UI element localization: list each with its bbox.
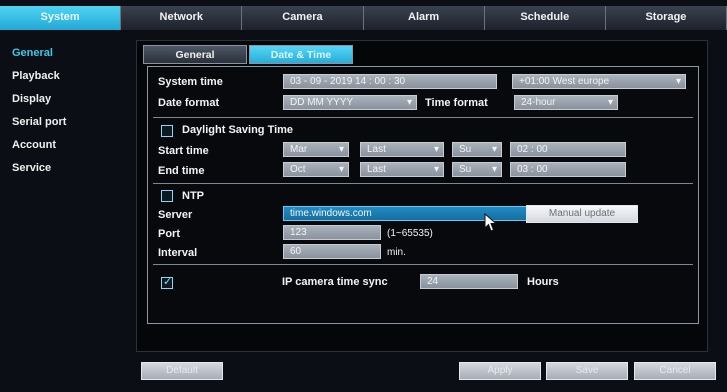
end-week-select[interactable]: Last (360, 162, 444, 177)
ipc-sync-unit: Hours (527, 276, 559, 288)
subtab-general[interactable]: General (143, 45, 247, 64)
ntp-checkbox[interactable] (161, 190, 173, 202)
end-time-field[interactable]: 03 : 00 (510, 162, 626, 177)
port-field[interactable]: 123 (283, 225, 381, 240)
ipc-sync-label: IP camera time sync (282, 276, 388, 288)
left-navigation: General Playback Display Serial port Acc… (0, 42, 120, 180)
tab-network[interactable]: Network (121, 6, 243, 30)
tab-alarm[interactable]: Alarm (363, 6, 485, 30)
start-day-select[interactable]: Su (452, 142, 502, 157)
divider (153, 117, 693, 118)
start-time-field[interactable]: 02 : 00 (510, 142, 626, 157)
port-range-hint: (1~65535) (387, 228, 433, 239)
cancel-button[interactable]: Cancel (634, 362, 716, 380)
dvr-settings-screen: System Network Camera Alarm Schedule Sto… (0, 0, 727, 392)
divider (153, 183, 693, 184)
nav-general[interactable]: General (0, 42, 120, 65)
system-time-label: System time (158, 76, 223, 88)
interval-label: Interval (158, 247, 198, 259)
subtab-date-time[interactable]: Date & Time (249, 45, 353, 64)
default-button[interactable]: Default (141, 362, 223, 380)
start-month-select[interactable]: Mar (283, 142, 349, 157)
save-button[interactable]: Save (546, 362, 628, 380)
end-day-select[interactable]: Su (452, 162, 502, 177)
timezone-select[interactable]: +01:00 West europe (512, 74, 686, 89)
nav-serial-port[interactable]: Serial port (0, 111, 120, 134)
nav-display[interactable]: Display (0, 88, 120, 111)
apply-button[interactable]: Apply (459, 362, 541, 380)
dst-label: Daylight Saving Time (182, 124, 294, 136)
interval-field[interactable]: 60 (283, 244, 381, 259)
server-label: Server (158, 209, 193, 221)
date-format-select[interactable]: DD MM YYYY (283, 95, 417, 110)
ipc-sync-checkbox[interactable] (161, 275, 173, 289)
ipc-sync-hours-field[interactable]: 24 (420, 274, 518, 289)
dst-checkbox[interactable] (161, 125, 173, 137)
ntp-label: NTP (182, 190, 204, 202)
tab-camera[interactable]: Camera (242, 6, 364, 30)
end-month-select[interactable]: Oct (283, 162, 349, 177)
tab-schedule[interactable]: Schedule (484, 6, 606, 30)
system-time-field[interactable]: 03 - 09 - 2019 14 : 00 : 30 (283, 74, 497, 89)
start-week-select[interactable]: Last (360, 142, 444, 157)
tab-system[interactable]: System (0, 6, 122, 30)
nav-playback[interactable]: Playback (0, 65, 120, 88)
tab-storage[interactable]: Storage (605, 6, 727, 30)
start-time-label: Start time (158, 145, 209, 157)
end-time-label: End time (158, 165, 205, 177)
interval-unit: min. (387, 247, 406, 258)
time-format-label: Time format (425, 97, 488, 109)
port-label: Port (158, 228, 180, 240)
time-format-select[interactable]: 24-hour (514, 95, 618, 110)
date-format-label: Date format (158, 97, 220, 109)
manual-update-label: Manual update (548, 208, 616, 219)
nav-service[interactable]: Service (0, 157, 120, 180)
sub-tab-bar: General Date & Time (143, 45, 355, 64)
top-tab-bar: System Network Camera Alarm Schedule Sto… (0, 6, 727, 30)
nav-account[interactable]: Account (0, 134, 120, 157)
divider (153, 264, 693, 265)
manual-update-button[interactable]: Manual update (526, 205, 638, 223)
